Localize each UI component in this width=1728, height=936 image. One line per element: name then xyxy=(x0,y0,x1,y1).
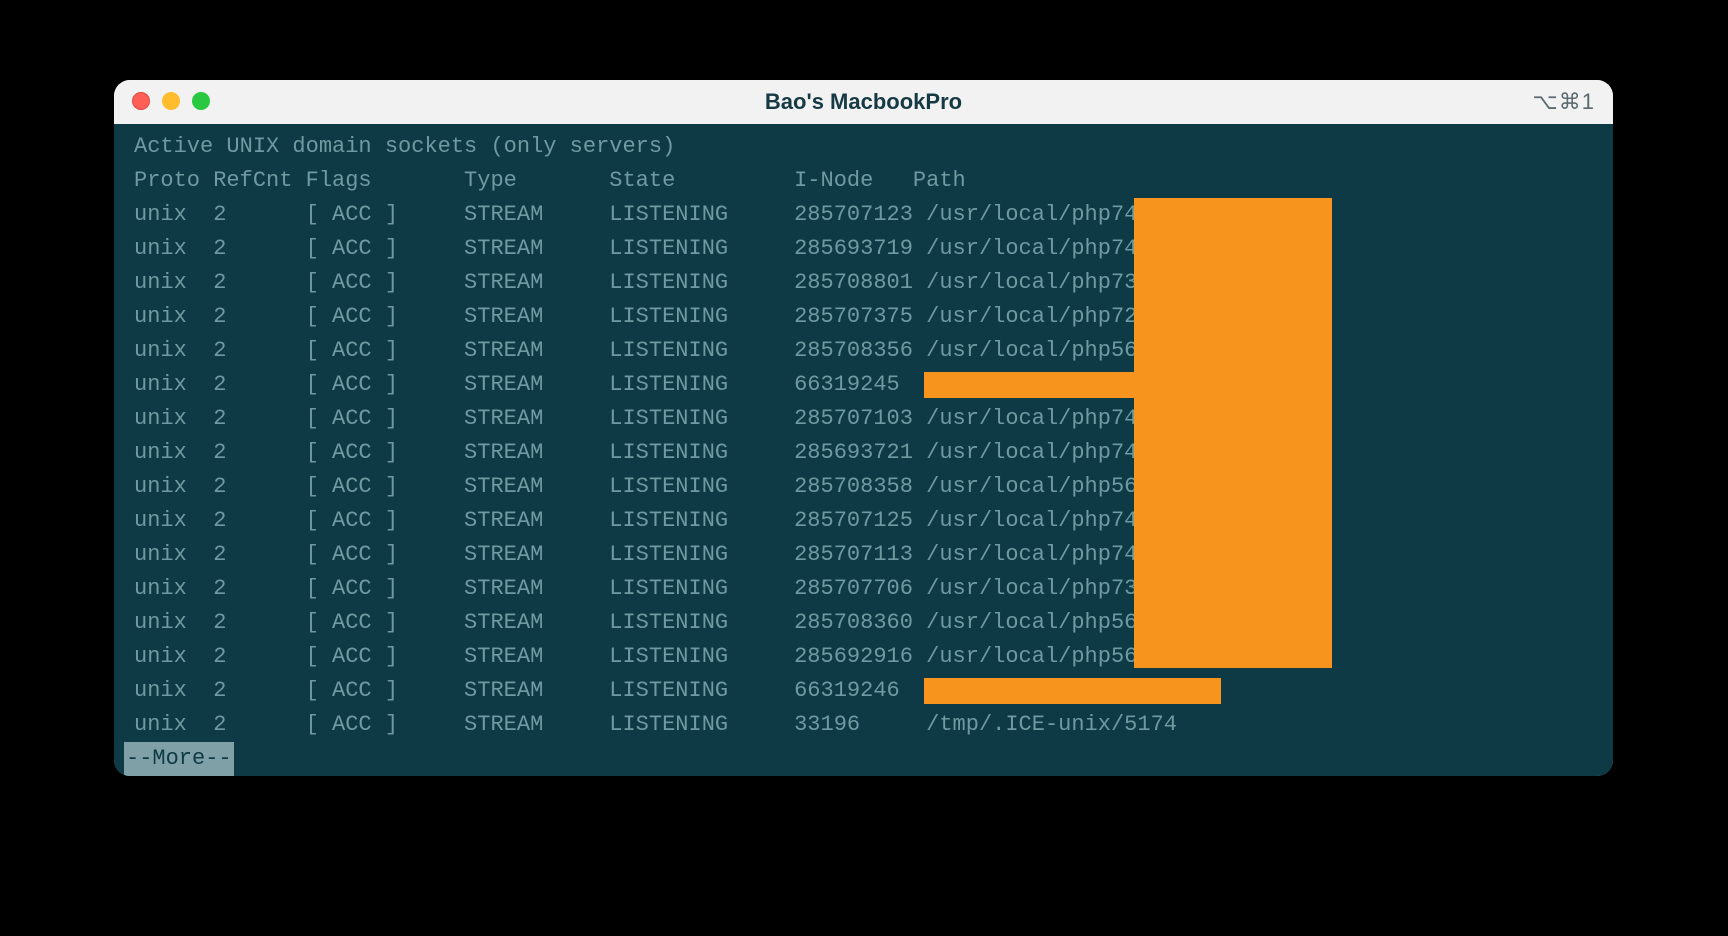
socket-row: unix 2 [ ACC ] STREAM LISTENING 33196 /t… xyxy=(134,708,1593,742)
pager-more[interactable]: --More-- xyxy=(114,742,1613,776)
title-bar: Bao's MacbookPro ⌥⌘1 xyxy=(114,80,1613,124)
column-headers: Proto RefCnt Flags Type State I-Node Pat… xyxy=(134,164,1593,198)
socket-row: unix 2 [ ACC ] STREAM LISTENING 28570880… xyxy=(134,266,1593,300)
window-shortcut: ⌥⌘1 xyxy=(1532,80,1595,124)
output-heading: Active UNIX domain sockets (only servers… xyxy=(134,130,1593,164)
pager-more-label: --More-- xyxy=(124,742,234,776)
socket-row: unix 2 [ ACC ] STREAM LISTENING 28569291… xyxy=(134,640,1593,674)
redaction-inline xyxy=(924,678,1221,704)
socket-row: unix 2 [ ACC ] STREAM LISTENING 28570712… xyxy=(134,504,1593,538)
window-title: Bao's MacbookPro xyxy=(114,80,1613,124)
socket-row: unix 2 [ ACC ] STREAM LISTENING 28569372… xyxy=(134,436,1593,470)
terminal-window: Bao's MacbookPro ⌥⌘1 Active UNIX domain … xyxy=(114,80,1613,776)
socket-row: unix 2 [ ACC ] STREAM LISTENING 28570770… xyxy=(134,572,1593,606)
redaction-block xyxy=(1134,198,1332,668)
socket-row: unix 2 [ ACC ] STREAM LISTENING 28570737… xyxy=(134,300,1593,334)
socket-row: unix 2 [ ACC ] STREAM LISTENING 28570835… xyxy=(134,334,1593,368)
socket-row: unix 2 [ ACC ] STREAM LISTENING 28569371… xyxy=(134,232,1593,266)
socket-row: unix 2 [ ACC ] STREAM LISTENING 28570711… xyxy=(134,538,1593,572)
socket-row: unix 2 [ ACC ] STREAM LISTENING 66319245 xyxy=(134,368,1593,402)
redaction-inline xyxy=(924,372,1221,398)
terminal-body[interactable]: Active UNIX domain sockets (only servers… xyxy=(114,124,1613,776)
socket-row: unix 2 [ ACC ] STREAM LISTENING 28570835… xyxy=(134,470,1593,504)
socket-row: unix 2 [ ACC ] STREAM LISTENING 28570710… xyxy=(134,402,1593,436)
socket-row: unix 2 [ ACC ] STREAM LISTENING 66319246 xyxy=(134,674,1593,708)
socket-row: unix 2 [ ACC ] STREAM LISTENING 28570712… xyxy=(134,198,1593,232)
socket-row: unix 2 [ ACC ] STREAM LISTENING 28570836… xyxy=(134,606,1593,640)
